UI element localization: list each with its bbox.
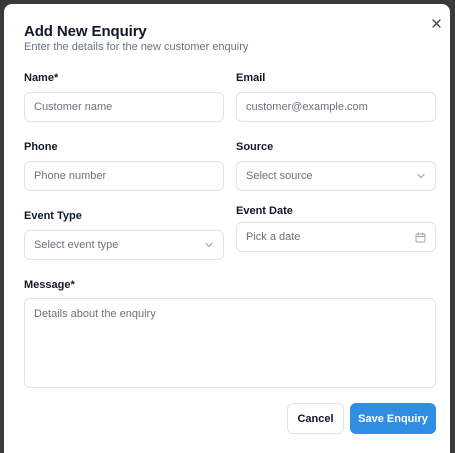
message-textarea[interactable]: Details about the enquiry: [24, 298, 436, 388]
email-field[interactable]: customer@example.com: [236, 92, 436, 122]
source-placeholder: Select source: [246, 170, 313, 182]
event-type-label: Event Type: [24, 210, 82, 222]
name-label: Name*: [24, 72, 59, 84]
chevron-down-icon: [416, 171, 426, 181]
event-date-picker[interactable]: Pick a date: [236, 222, 436, 252]
close-icon: [431, 18, 441, 28]
chevron-down-icon: [204, 240, 214, 250]
dialog-title: Add New Enquiry: [24, 23, 147, 40]
name-placeholder: Customer name: [34, 101, 113, 113]
cancel-button[interactable]: Cancel: [287, 403, 344, 434]
source-select[interactable]: Select source: [236, 161, 436, 191]
add-enquiry-dialog: Add New Enquiry Enter the details for th…: [4, 4, 450, 453]
save-enquiry-button[interactable]: Save Enquiry: [350, 403, 436, 434]
message-placeholder: Details about the enquiry: [34, 308, 156, 320]
event-type-placeholder: Select event type: [34, 239, 119, 251]
email-label: Email: [236, 72, 266, 84]
cancel-label: Cancel: [297, 412, 334, 425]
event-date-placeholder: Pick a date: [246, 231, 301, 243]
dialog-subtitle: Enter the details for the new customer e…: [24, 41, 249, 53]
email-placeholder: customer@example.com: [246, 101, 368, 113]
name-field[interactable]: Customer name: [24, 92, 224, 122]
save-label: Save Enquiry: [358, 412, 428, 425]
event-date-label: Event Date: [236, 205, 293, 217]
phone-placeholder: Phone number: [34, 170, 107, 182]
phone-field[interactable]: Phone number: [24, 161, 224, 191]
event-type-select[interactable]: Select event type: [24, 230, 224, 260]
close-button[interactable]: [429, 16, 443, 30]
message-label: Message*: [24, 279, 75, 291]
phone-label: Phone: [24, 141, 58, 153]
source-label: Source: [236, 141, 274, 153]
calendar-icon: [415, 232, 426, 243]
